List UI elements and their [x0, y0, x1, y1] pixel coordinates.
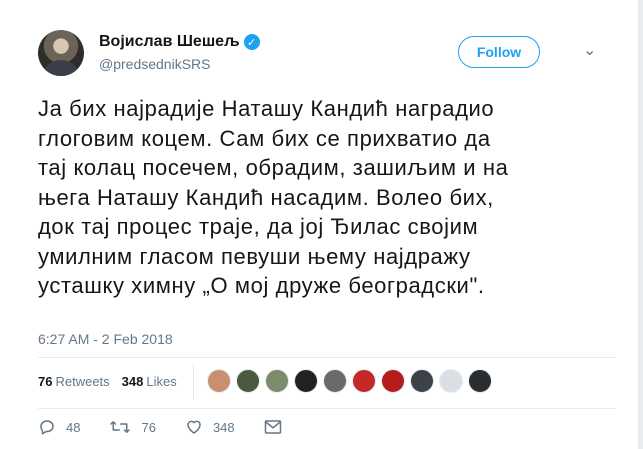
right-edge: [638, 0, 643, 449]
liker-avatar[interactable]: [352, 369, 376, 393]
retweet-button[interactable]: 76: [109, 418, 156, 436]
like-count: 348: [212, 419, 235, 435]
liker-avatar[interactable]: [294, 369, 318, 393]
likes-label: Likes: [146, 374, 177, 389]
divider: [38, 408, 616, 409]
tweet-stats: 76 Retweets 348 Likes: [38, 374, 189, 389]
display-name[interactable]: Војислав Шешељ: [99, 33, 240, 51]
likes-count: 348: [121, 374, 144, 389]
liker-avatar[interactable]: [207, 369, 231, 393]
reply-button[interactable]: 48: [38, 418, 80, 436]
liker-avatar[interactable]: [265, 369, 289, 393]
likes-stat[interactable]: 348 Likes: [122, 374, 177, 389]
chevron-down-icon[interactable]: ⌄: [583, 40, 596, 60]
action-bar: 48 76 348: [38, 418, 321, 436]
direct-message-button[interactable]: [264, 419, 292, 435]
tweet-text: Ја бих најрадије Наташу Кандић наградио …: [38, 96, 509, 298]
retweets-stat[interactable]: 76 Retweets: [38, 374, 110, 389]
retweet-icon: [110, 421, 131, 433]
retweets-count: 76: [38, 374, 53, 389]
handle[interactable]: @predsednikSRS: [99, 56, 211, 72]
liker-avatar[interactable]: [381, 369, 405, 393]
divider: [38, 357, 616, 358]
verified-icon: ✓: [243, 34, 260, 50]
heart-icon: [187, 420, 201, 434]
liker-avatars: [207, 369, 497, 393]
liker-avatar[interactable]: [236, 369, 260, 393]
avatar[interactable]: [38, 30, 84, 76]
follow-button[interactable]: Follow: [458, 36, 540, 68]
retweets-label: Retweets: [55, 374, 110, 389]
name-row[interactable]: Војислав Шешељ ✓: [99, 33, 260, 51]
envelope-icon: [264, 420, 281, 434]
tweet-header: Војислав Шешељ ✓ @predsednikSRS Follow ⌄: [38, 28, 623, 78]
timestamp[interactable]: 6:27 AM - 2 Feb 2018: [38, 331, 173, 347]
liker-avatar[interactable]: [439, 369, 463, 393]
like-button[interactable]: 348: [185, 418, 235, 436]
reply-icon: [40, 420, 54, 435]
liker-avatar[interactable]: [468, 369, 492, 393]
retweet-count: 76: [141, 419, 156, 435]
reply-count: 48: [66, 419, 81, 435]
liker-avatar[interactable]: [410, 369, 434, 393]
liker-avatar[interactable]: [323, 369, 347, 393]
stats-separator: [193, 364, 194, 400]
